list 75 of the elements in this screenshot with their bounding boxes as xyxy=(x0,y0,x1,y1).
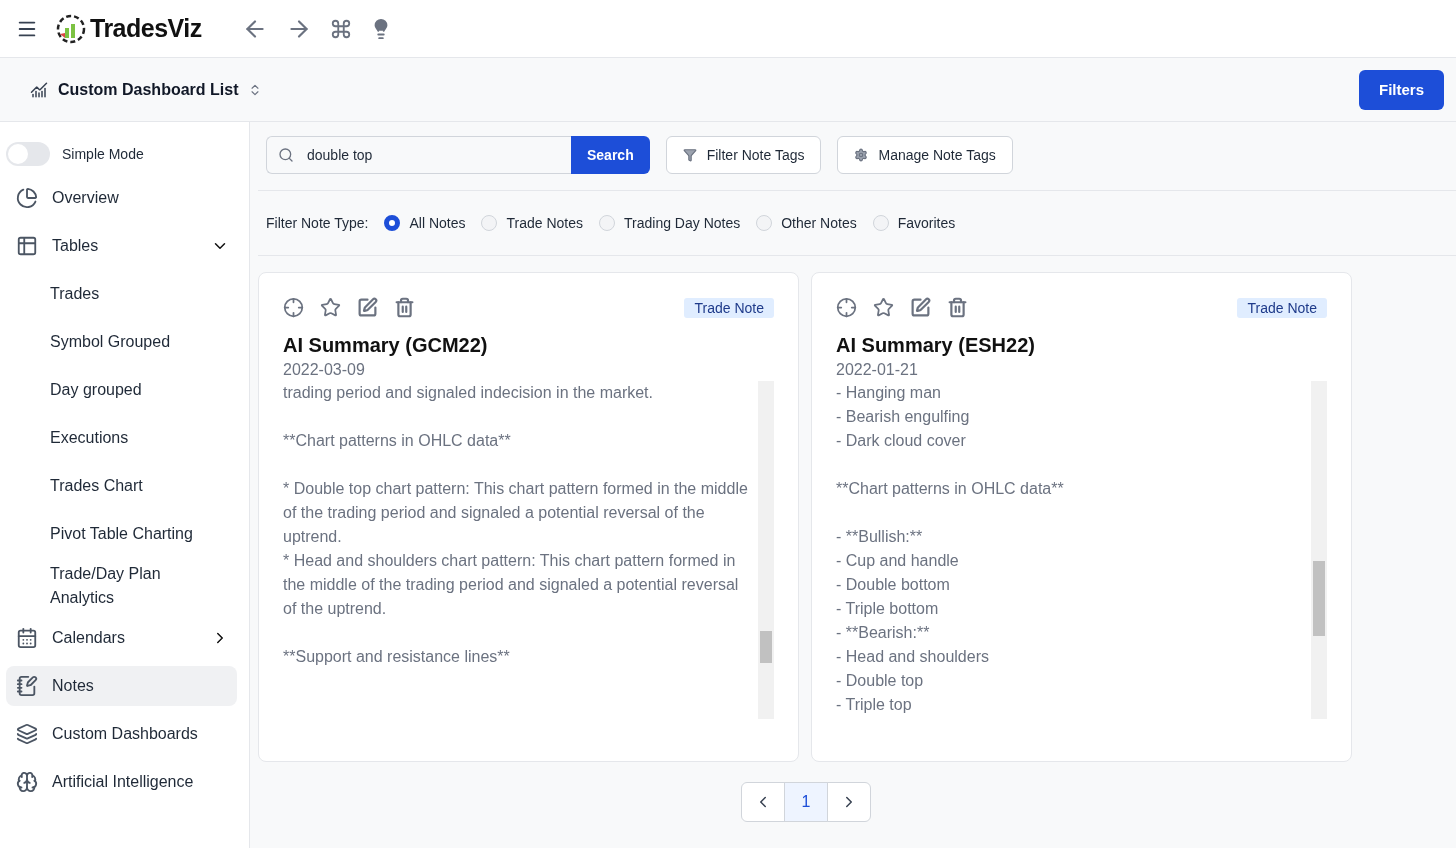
star-icon[interactable] xyxy=(873,297,894,318)
sidebar-subitem[interactable]: Trade/Day Plan Analytics xyxy=(6,562,206,610)
sidebar-item[interactable]: Tables xyxy=(6,226,237,266)
crosshair-icon[interactable] xyxy=(283,297,304,318)
settings-icon xyxy=(854,148,869,162)
filter-label: Filter Note Type: xyxy=(266,215,369,231)
note-type-tag: Trade Note xyxy=(684,297,774,318)
note-title: AI Summary (GCM22) xyxy=(283,334,489,357)
scrollbar[interactable] xyxy=(1311,381,1327,719)
radio-icon[interactable] xyxy=(384,215,401,231)
note-text: - Bearish engulfing xyxy=(836,407,971,427)
note-text: * Double top chart pattern: This chart pattern formed in the middle of the trading period and signaled a potential reversal of the uptrend. xyxy=(283,479,749,547)
star-icon[interactable] xyxy=(320,297,341,318)
sidebar-subitem[interactable]: Trades Chart xyxy=(6,466,206,506)
calendar-icon xyxy=(16,627,38,649)
note-text: - Hanging man xyxy=(836,383,942,403)
sidebar-subitem[interactable]: Symbol Grouped xyxy=(6,322,206,362)
note-type-option[interactable]: Trade Notes xyxy=(481,215,583,231)
note-text: trading period and signaled indecision in the market. xyxy=(283,383,654,403)
sidebar-item[interactable]: Custom Dashboards xyxy=(6,714,237,754)
layers-icon xyxy=(16,723,38,745)
simple-mode-toggle[interactable] xyxy=(6,142,50,166)
notebook-pen-icon xyxy=(16,675,38,697)
note-date: 2022-03-09 xyxy=(283,361,366,379)
command-icon[interactable] xyxy=(329,17,352,40)
note-text: - Dark cloud cover xyxy=(836,431,967,451)
sidebar-item[interactable]: Calendars xyxy=(6,618,237,658)
brain-icon xyxy=(16,771,38,793)
note-date: 2022-01-21 xyxy=(836,361,919,379)
page-button[interactable]: 1 xyxy=(784,782,828,822)
search-icon xyxy=(278,147,294,163)
scrollbar[interactable] xyxy=(758,381,774,719)
filters-button[interactable]: Filters xyxy=(1359,69,1444,110)
note-text: - Double top xyxy=(836,671,925,691)
pie-chart-icon xyxy=(16,187,38,209)
note-text: - Cup and handle xyxy=(836,551,960,571)
sidebar-item[interactable]: Notes xyxy=(6,666,237,706)
table-icon xyxy=(16,235,38,257)
note-type-option[interactable]: Favorites xyxy=(872,215,956,231)
note-type-option[interactable]: All Notes xyxy=(384,215,466,231)
note-text: **Chart patterns in OHLC data** xyxy=(283,431,512,451)
search-field[interactable]: double top xyxy=(266,136,571,174)
note-text: **Support and resistance lines** xyxy=(283,647,511,667)
dashboard-list-title[interactable]: Custom Dashboard List xyxy=(58,80,239,99)
logo-icon xyxy=(56,13,86,44)
simple-mode-label: Simple Mode xyxy=(62,146,144,162)
sidebar-subitem[interactable]: Executions xyxy=(6,418,206,458)
edit-icon[interactable] xyxy=(357,297,378,318)
note-text: **Chart patterns in OHLC data** xyxy=(836,479,1065,499)
brand-name: TradesViz xyxy=(90,14,202,43)
note-text: - Double bottom xyxy=(836,575,951,595)
crosshair-icon[interactable] xyxy=(836,297,857,318)
note-title: AI Summary (ESH22) xyxy=(836,334,1036,357)
sidebar-item[interactable]: Overview xyxy=(6,178,237,218)
edit-icon[interactable] xyxy=(910,297,931,318)
trash-icon[interactable] xyxy=(947,297,968,318)
sidebar-subitem[interactable]: Trades xyxy=(6,274,206,314)
trash-icon[interactable] xyxy=(394,297,415,318)
note-text: - Triple bottom xyxy=(836,599,940,619)
note-type-tag: Trade Note xyxy=(1237,297,1327,318)
note-type-option[interactable]: Other Notes xyxy=(756,215,857,231)
note-text: * Head and shoulders chart pattern: This chart pattern formed in the middle of the trading period and signaled a potential reversal of the uptrend. xyxy=(283,551,740,619)
tag-button[interactable]: Filter Note Tags xyxy=(665,136,822,174)
sidebar-subitem[interactable]: Day grouped xyxy=(6,370,206,410)
sidebar-item[interactable]: Artificial Intelligence xyxy=(6,762,237,802)
note-text: - Head and shoulders xyxy=(836,647,990,667)
note-type-option[interactable]: Trading Day Notes xyxy=(599,215,741,231)
note-text: - **Bearish:** xyxy=(836,623,931,643)
search-button[interactable]: Search xyxy=(571,136,650,174)
sidebar-subitem[interactable]: Pivot Table Charting xyxy=(6,514,206,554)
funnel-icon xyxy=(682,148,697,162)
tag-button[interactable]: Manage Note Tags xyxy=(837,136,1013,174)
note-text: - **Bullish:** xyxy=(836,527,924,547)
note-text: - Triple top xyxy=(836,695,913,715)
chart-icon xyxy=(30,80,48,99)
